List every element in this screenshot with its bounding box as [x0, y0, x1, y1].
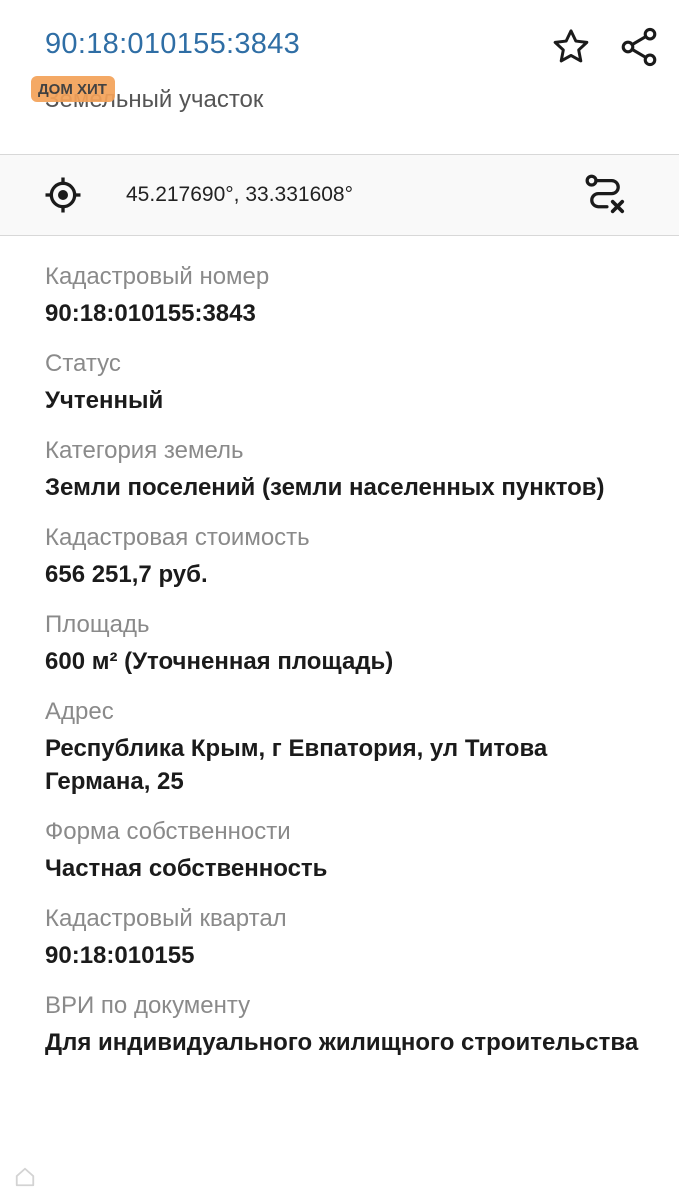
field-cadastral-value: Кадастровая стоимость 656 251,7 руб.: [45, 523, 645, 591]
watermark-badge-label: ДОМ ХИТ: [38, 81, 107, 98]
coordinates-bar: 45.217690°, 33.331608°: [0, 155, 679, 236]
field-label: Площадь: [45, 611, 150, 638]
star-outline-icon: [553, 29, 589, 63]
field-value[interactable]: Учтенный: [45, 384, 645, 417]
favorite-button[interactable]: [546, 22, 596, 72]
field-label: Категория земель: [45, 437, 244, 464]
locate-button[interactable]: [38, 170, 88, 220]
share-button[interactable]: [614, 22, 664, 72]
field-cadastral-number: Кадастровый номер 90:18:010155:3843: [45, 262, 645, 330]
field-label: Адрес: [45, 698, 114, 725]
target-icon: [45, 177, 81, 213]
property-fields: Кадастровый номер 90:18:010155:3843 Стат…: [45, 262, 645, 1078]
field-label: Кадастровый квартал: [45, 905, 287, 932]
field-cadastral-quarter: Кадастровый квартал 90:18:010155: [45, 904, 645, 972]
watermark-house-icon: [15, 1167, 35, 1187]
coordinates-text[interactable]: 45.217690°, 33.331608°: [126, 183, 353, 207]
field-label: Статус: [45, 350, 121, 377]
field-value[interactable]: Земли поселений (земли населенных пункто…: [45, 471, 645, 504]
field-label: Кадастровый номер: [45, 263, 270, 290]
field-label: Форма собственности: [45, 818, 291, 845]
field-value[interactable]: 90:18:010155:3843: [45, 297, 645, 330]
field-area: Площадь 600 м² (Уточненная площадь): [45, 610, 645, 678]
field-value[interactable]: 90:18:010155: [45, 939, 645, 972]
route-clear-icon: [585, 174, 625, 214]
field-value[interactable]: Частная собственность: [45, 852, 645, 885]
share-icon: [621, 27, 657, 67]
field-address: Адрес Республика Крым, г Евпатория, ул Т…: [45, 697, 645, 798]
field-label: Кадастровая стоимость: [45, 524, 310, 551]
route-button[interactable]: [580, 170, 630, 220]
field-value[interactable]: 600 м² (Уточненная площадь): [45, 645, 645, 678]
field-status: Статус Учтенный: [45, 349, 645, 417]
field-label: ВРИ по документу: [45, 992, 251, 1019]
field-value[interactable]: 656 251,7 руб.: [45, 558, 645, 591]
page-title: 90:18:010155:3843: [45, 28, 301, 60]
header: 90:18:010155:3843 Земельный участок ДОМ …: [0, 0, 679, 155]
field-value[interactable]: Для индивидуального жилищного строительс…: [45, 1026, 645, 1059]
field-value[interactable]: Республика Крым, г Евпатория, ул Титова …: [45, 732, 645, 798]
watermark-badge: ДОМ ХИТ: [31, 76, 115, 102]
field-land-category: Категория земель Земли поселений (земли …: [45, 436, 645, 504]
field-permitted-use: ВРИ по документу Для индивидуального жил…: [45, 991, 645, 1059]
field-ownership-form: Форма собственности Частная собственност…: [45, 817, 645, 885]
